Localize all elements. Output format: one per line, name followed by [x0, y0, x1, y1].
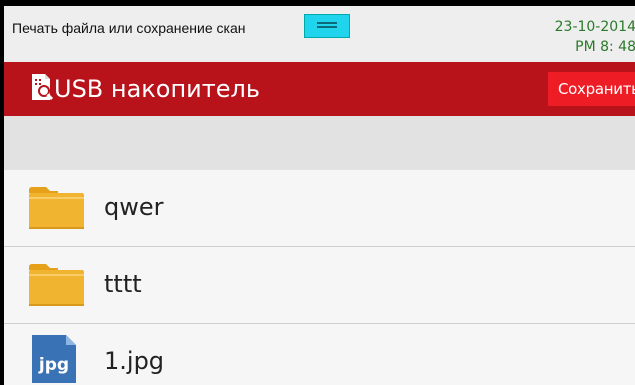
- folder-icon: [29, 264, 84, 306]
- status-time: PM 8: 48: [575, 39, 635, 55]
- pull-down-handle[interactable]: [304, 14, 350, 38]
- status-bar: Печать файла или сохранение скан 23-10-2…: [4, 4, 635, 63]
- handle-line-icon: [317, 22, 337, 24]
- jpg-icon-text: jpg: [38, 355, 69, 375]
- usb-search-icon: [32, 74, 54, 101]
- file-name: qwer: [104, 193, 164, 221]
- path-bar: [4, 116, 635, 171]
- list-item-folder[interactable]: tttt: [4, 247, 635, 324]
- list-item-folder[interactable]: qwer: [4, 170, 635, 247]
- save-button[interactable]: Сохранить: [548, 72, 635, 106]
- status-title: Печать файла или сохранение скан: [12, 20, 246, 36]
- status-date: 23-10-2014: [554, 19, 635, 35]
- list-item-file[interactable]: jpg 1.jpg: [4, 324, 635, 385]
- handle-line-icon: [317, 26, 337, 28]
- jpg-file-icon: jpg: [32, 335, 76, 383]
- file-list: qwer tttt jpg 1.jpg: [4, 170, 635, 385]
- page-title: USB накопитель: [54, 75, 260, 103]
- folder-icon: [29, 187, 84, 229]
- file-name: 1.jpg: [104, 347, 165, 375]
- window-frame: Печать файла или сохранение скан 23-10-2…: [0, 0, 635, 385]
- file-name: tttt: [104, 270, 142, 298]
- header-bar: USB накопитель Сохранить: [4, 62, 635, 116]
